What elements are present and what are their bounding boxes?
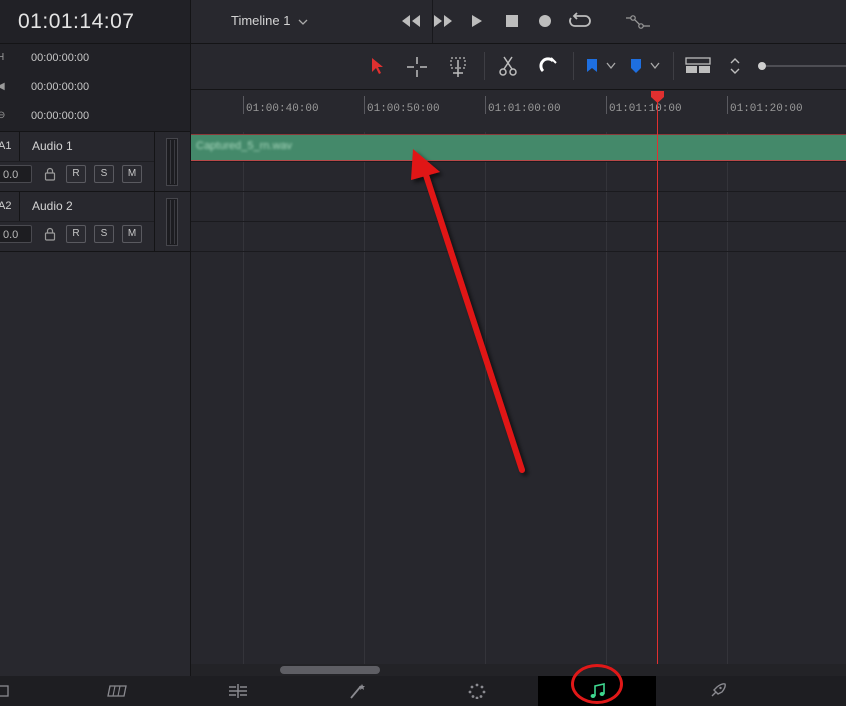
rocket-icon[interactable] [707, 683, 727, 699]
divider [19, 132, 20, 161]
timecode-value: 00:00:00:00 [31, 81, 90, 93]
divider [573, 52, 574, 80]
timecode-row-2: ◀ 00:00:00:00 [0, 73, 190, 103]
razor-scissors-icon[interactable] [497, 55, 519, 77]
volume-field[interactable]: 0.0 [0, 165, 32, 183]
grid-line [727, 132, 728, 664]
scrollbar-thumb[interactable] [280, 666, 380, 674]
track-divider [191, 251, 846, 252]
color-page-icon[interactable] [467, 683, 487, 699]
ruler-tick [606, 96, 607, 114]
grid-line [485, 132, 486, 664]
annotation-highlight-circle [571, 664, 623, 704]
track-divider [191, 191, 846, 192]
rewind-icon[interactable] [400, 14, 422, 28]
range-selection-icon[interactable] [406, 56, 428, 78]
grid-line [364, 132, 365, 664]
track-id: A1 [0, 140, 12, 152]
track-header-empty-area [0, 252, 190, 676]
record-arm-button[interactable]: R [66, 225, 86, 243]
fusion-page-icon[interactable] [347, 683, 367, 699]
flag-icon[interactable] [586, 58, 598, 74]
track-header-a2[interactable]: A2 Audio 2 0.0 R S M [0, 192, 190, 252]
divider [19, 192, 20, 221]
stop-icon[interactable] [506, 15, 518, 27]
media-icon[interactable] [0, 683, 14, 699]
lock-icon[interactable] [44, 167, 56, 181]
ruler-label: 01:00:50:00 [367, 103, 440, 115]
solo-button[interactable]: S [94, 165, 114, 183]
zoom-slider[interactable] [756, 61, 846, 71]
ruler-tick [727, 96, 728, 114]
timeline-view-options-icon[interactable] [685, 57, 711, 75]
grid-line [243, 132, 244, 664]
row-icon: ◀ [0, 81, 5, 92]
chevron-down-icon[interactable] [298, 17, 308, 27]
timecode-value: 00:00:00:00 [31, 52, 90, 64]
edit-page-icon[interactable] [227, 683, 249, 699]
grid-line [606, 132, 607, 664]
record-icon[interactable] [538, 14, 552, 28]
playhead-line [657, 100, 658, 664]
divider [673, 52, 674, 80]
trim-tool-icon[interactable] [445, 55, 471, 79]
track-name[interactable]: Audio 1 [32, 139, 73, 153]
level-meter [166, 138, 178, 186]
ruler-tick [485, 96, 486, 114]
play-icon[interactable] [471, 14, 483, 28]
volume-field[interactable]: 0.0 [0, 225, 32, 243]
row-icon: H [0, 52, 5, 63]
track-height-icon[interactable] [729, 57, 741, 75]
ruler-tick [243, 96, 244, 114]
timecode-value: 00:00:00:00 [31, 110, 90, 122]
cut-page-icon[interactable] [106, 683, 130, 699]
lock-icon[interactable] [44, 227, 56, 241]
divider [154, 192, 155, 251]
ruler-tick [364, 96, 365, 114]
track-divider [191, 221, 846, 222]
loop-icon[interactable] [568, 12, 592, 30]
mute-button[interactable]: M [122, 225, 142, 243]
ruler-label: 01:01:00:00 [488, 103, 561, 115]
mute-button[interactable]: M [122, 165, 142, 183]
divider [154, 132, 155, 191]
track-header-a1[interactable]: A1 Audio 1 0.0 R S M [0, 132, 190, 192]
snapping-magnet-icon[interactable] [538, 55, 560, 77]
automation-icon[interactable] [624, 12, 652, 30]
timecode-row-3: ⊖ 00:00:00:00 [0, 102, 190, 132]
chevron-down-icon[interactable] [650, 62, 660, 70]
timecode-row-1: H 00:00:00:00 [0, 44, 190, 74]
selection-tool-icon[interactable] [370, 57, 384, 75]
divider [484, 52, 485, 80]
clip-name: Captured_5_rn.wav [196, 140, 293, 152]
ruler-label: 01:01:10:00 [609, 103, 682, 115]
timeline-track-area[interactable] [191, 132, 846, 664]
fast-forward-icon[interactable] [432, 14, 454, 28]
marker-icon[interactable] [630, 58, 642, 74]
track-id: A2 [0, 200, 12, 212]
divider [0, 221, 154, 222]
divider [0, 161, 154, 162]
record-arm-button[interactable]: R [66, 165, 86, 183]
ruler-label: 01:01:20:00 [730, 103, 803, 115]
row-icon: ⊖ [0, 110, 6, 121]
playhead-handle[interactable] [651, 91, 664, 103]
ruler-label: 01:00:40:00 [246, 103, 319, 115]
track-divider [191, 161, 846, 162]
timeline-selector[interactable]: Timeline 1 [231, 13, 290, 28]
chevron-down-icon[interactable] [606, 62, 616, 70]
level-meter [166, 198, 178, 246]
solo-button[interactable]: S [94, 225, 114, 243]
current-timecode[interactable]: 01:01:14:07 [18, 10, 134, 34]
track-name[interactable]: Audio 2 [32, 199, 73, 213]
